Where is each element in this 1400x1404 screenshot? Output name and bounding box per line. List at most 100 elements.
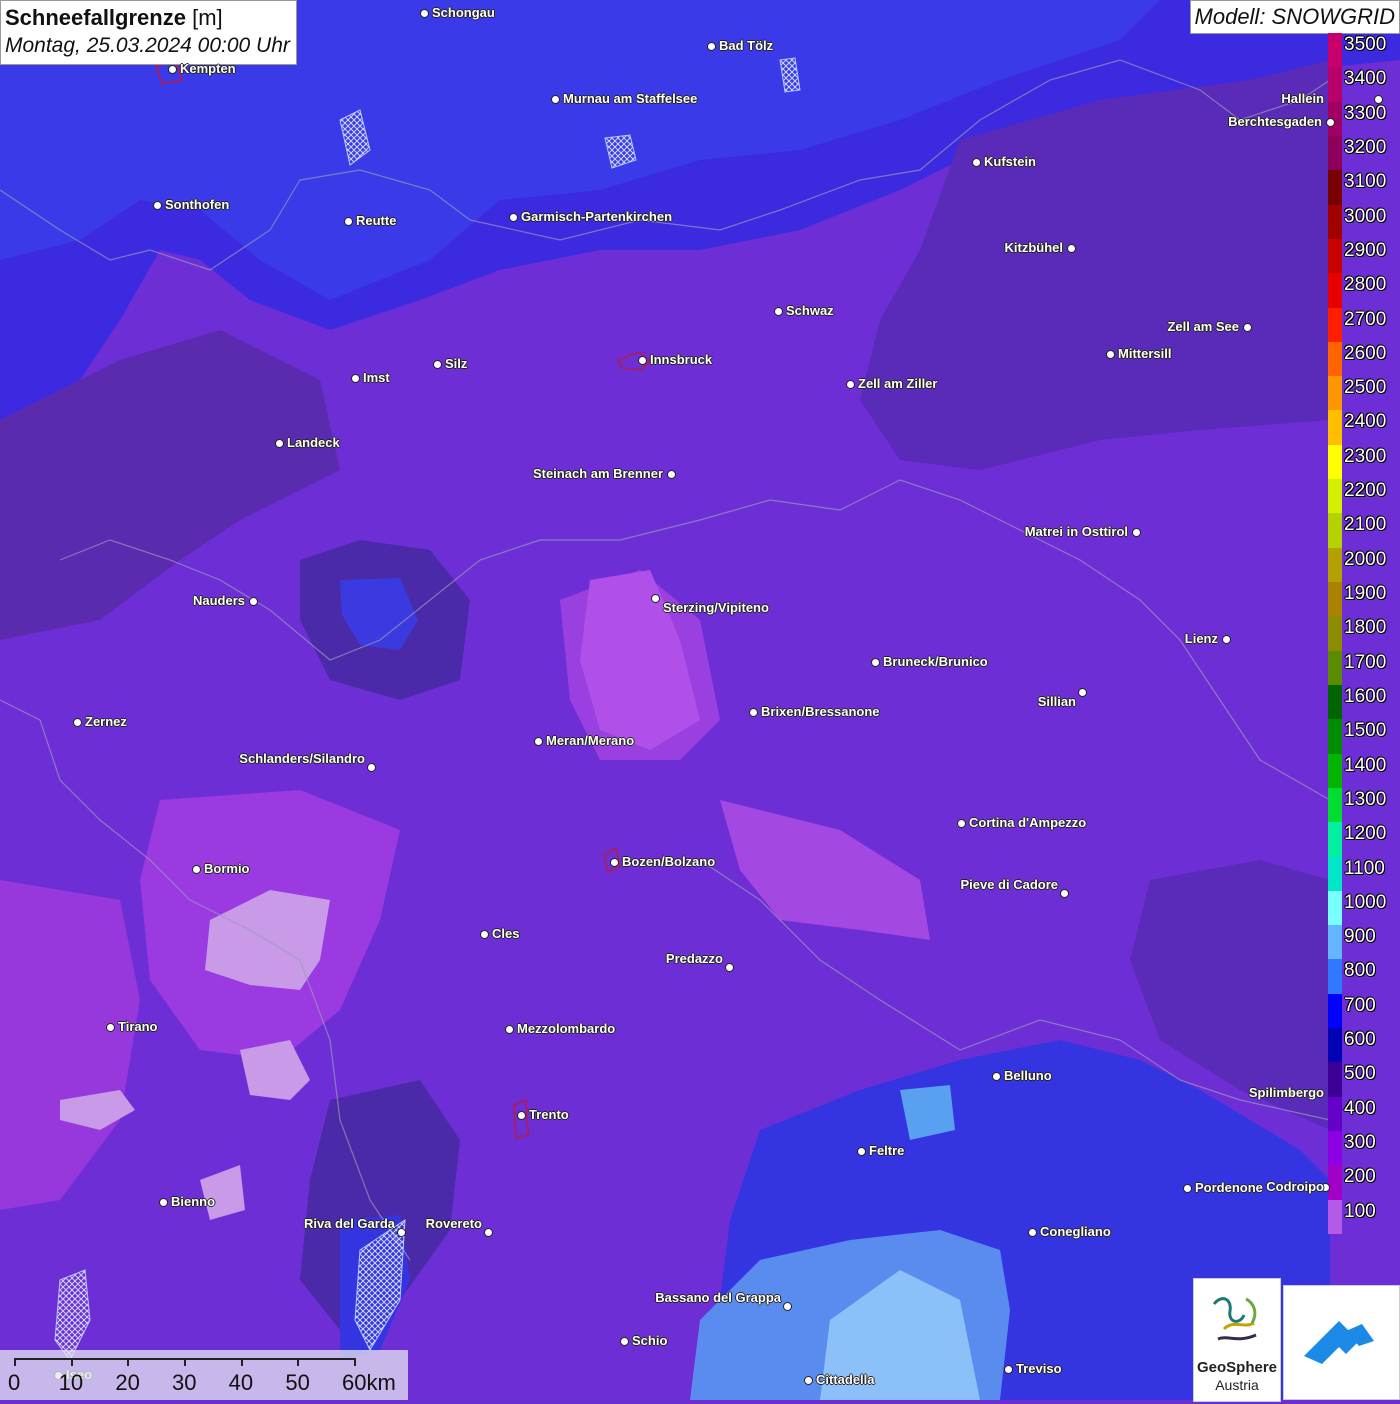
city-marker [749,708,758,717]
city-label: Trento [529,1107,569,1122]
city-label: Lienz [1184,631,1218,646]
geosphere-name: GeoSphere [1196,1359,1278,1376]
city-marker [505,1025,514,1034]
city-marker [1374,95,1383,104]
scale-tick-label: 50 [285,1370,310,1395]
legend-swatch [1328,170,1342,206]
legend-swatch [1328,1199,1342,1235]
legend-swatch [1328,67,1342,103]
city-label: Riva del Garda [303,1216,395,1231]
legend-label: 1200 [1344,823,1387,845]
legend-swatch [1328,925,1342,960]
legend-swatch [1328,1096,1342,1132]
legend-swatch [1328,684,1342,720]
city-label: Sonthofen [165,197,230,212]
city-label: Schongau [432,5,495,20]
legend-label: 1400 [1344,754,1387,776]
legend-label: 3500 [1344,34,1387,55]
legend-swatch [1328,33,1342,68]
legend-label: 700 [1344,994,1376,1016]
city-label: Bormio [204,861,250,876]
scale-tick [184,1358,186,1366]
legend-label: 1500 [1344,720,1387,742]
legend-swatch [1328,135,1342,171]
city-marker [871,658,880,667]
legend-label: 2000 [1344,548,1387,570]
city-marker [73,718,82,727]
city-label: Pieve di Cadore [960,877,1058,892]
legend-label: 800 [1344,960,1376,982]
scale-tick-label: 30 [172,1370,197,1395]
city-marker [106,1023,115,1032]
legend-swatch [1328,376,1342,411]
legend-swatch [1328,719,1342,755]
color-legend: 3500 3400 3300 3200 3100 3000 2900 2800 2700 2600… [1328,33,1386,1235]
legend-swatch [1328,787,1342,823]
city-marker [667,470,676,479]
map-datetime: Montag, 25.03.2024 00:00 Uhr [5,34,290,57]
legend-swatch [1328,1028,1342,1063]
city-marker [153,201,162,210]
geosphere-logo: GeoSphere Austria [1193,1278,1281,1402]
city-label: Bruneck/Brunico [883,654,988,669]
city-label: Schlanders/Silandro [239,751,365,766]
legend-swatch [1328,959,1342,995]
city-label: Bad Tölz [719,38,774,53]
scale-tick [127,1358,130,1366]
legend-swatch [1328,582,1342,617]
city-label: Spilimbergo [1248,1085,1324,1100]
legend-swatch [1328,273,1342,308]
legend-label: 1900 [1344,583,1387,605]
city-marker [1078,688,1087,697]
legend-swatch [1328,410,1342,446]
city-label: Codroipo [1266,1179,1324,1194]
city-label: Berchtesgaden [1228,114,1322,129]
city-label: Kufstein [984,154,1036,169]
legend-swatch [1328,479,1342,514]
scale-tick-label: 40 [228,1370,254,1395]
legend-label: 1300 [1344,788,1387,810]
legend-label: 1100 [1344,857,1385,879]
legend-label: 100 [1344,1200,1376,1222]
legend-swatch [1328,307,1342,343]
city-label: Pordenone [1195,1180,1263,1195]
legend-label: 2100 [1344,514,1387,536]
city-label: Nauders [192,593,245,608]
legend-label: 500 [1344,1063,1376,1085]
legend-swatch [1328,444,1342,480]
city-label: Bassano del Grappa [655,1290,781,1305]
city-label: Zell am Ziller [858,376,938,391]
city-label: Matrei in Osttirol [1024,524,1128,539]
city-label: Sillian [1037,694,1076,709]
city-label: Conegliano [1040,1224,1111,1239]
legend-swatch [1328,856,1342,892]
city-marker [620,1337,629,1346]
legend-label: 3400 [1344,68,1387,90]
city-label: Hallein [1281,91,1324,106]
scale-tick [354,1358,356,1366]
city-label: Feltre [869,1143,905,1158]
city-marker [638,356,647,365]
legend-swatch [1328,1165,1342,1201]
city-marker [484,1228,493,1237]
city-label: Zernez [85,714,127,729]
city-marker [351,374,360,383]
city-label: Tirano [118,1019,158,1034]
city-marker [480,930,489,939]
city-marker [707,42,716,51]
city-label: Cles [492,926,520,941]
map-title-box: Schneefallgrenze [m] Montag, 25.03.2024 … [0,0,297,65]
legend-swatch [1328,753,1342,789]
city-marker [651,594,660,603]
city-marker [992,1072,1001,1081]
map-title: Schneefallgrenze [m] [5,5,223,30]
city-label: Zell am See [1167,319,1239,334]
city-label: Murnau am Staffelsee [563,91,698,106]
legend-label: 600 [1344,1029,1376,1051]
city-marker [1028,1228,1037,1237]
legend-label: 1800 [1344,617,1387,639]
city-label: Bozen/Bolzano [622,854,716,869]
city-label: Imst [363,370,390,385]
scale-tick-label: 60km [342,1370,396,1395]
legend-label: 3100 [1344,171,1387,193]
